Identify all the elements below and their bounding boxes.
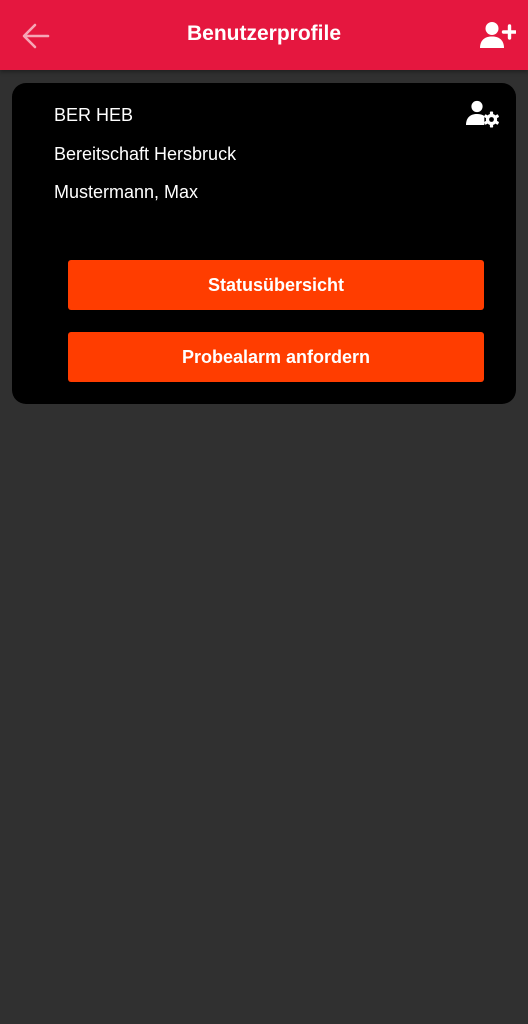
arrow-left-icon <box>22 23 50 49</box>
add-user-button[interactable] <box>478 16 518 56</box>
status-overview-button[interactable]: Statusübersicht <box>68 260 484 310</box>
page-title-wrap: Benutzerprofile <box>0 22 528 46</box>
profile-name: Mustermann, Max <box>54 182 199 202</box>
profile-unit: Bereitschaft Hersbruck <box>54 144 237 164</box>
app-screen: Benutzerprofile BER HEB Bereitschaft Her… <box>0 0 528 1024</box>
profile-settings-button[interactable] <box>464 97 502 131</box>
profile-card: BER HEB Bereitschaft Hersbruck Musterman… <box>12 83 516 404</box>
back-button[interactable] <box>16 16 56 56</box>
user-plus-icon <box>480 22 516 48</box>
request-test-alarm-button[interactable]: Probealarm anfordern <box>68 332 484 382</box>
user-gear-icon <box>466 100 499 128</box>
page-title: Benutzerprofile <box>186 22 341 45</box>
profile-code: BER HEB <box>54 105 134 125</box>
app-bar: Benutzerprofile <box>0 0 528 70</box>
